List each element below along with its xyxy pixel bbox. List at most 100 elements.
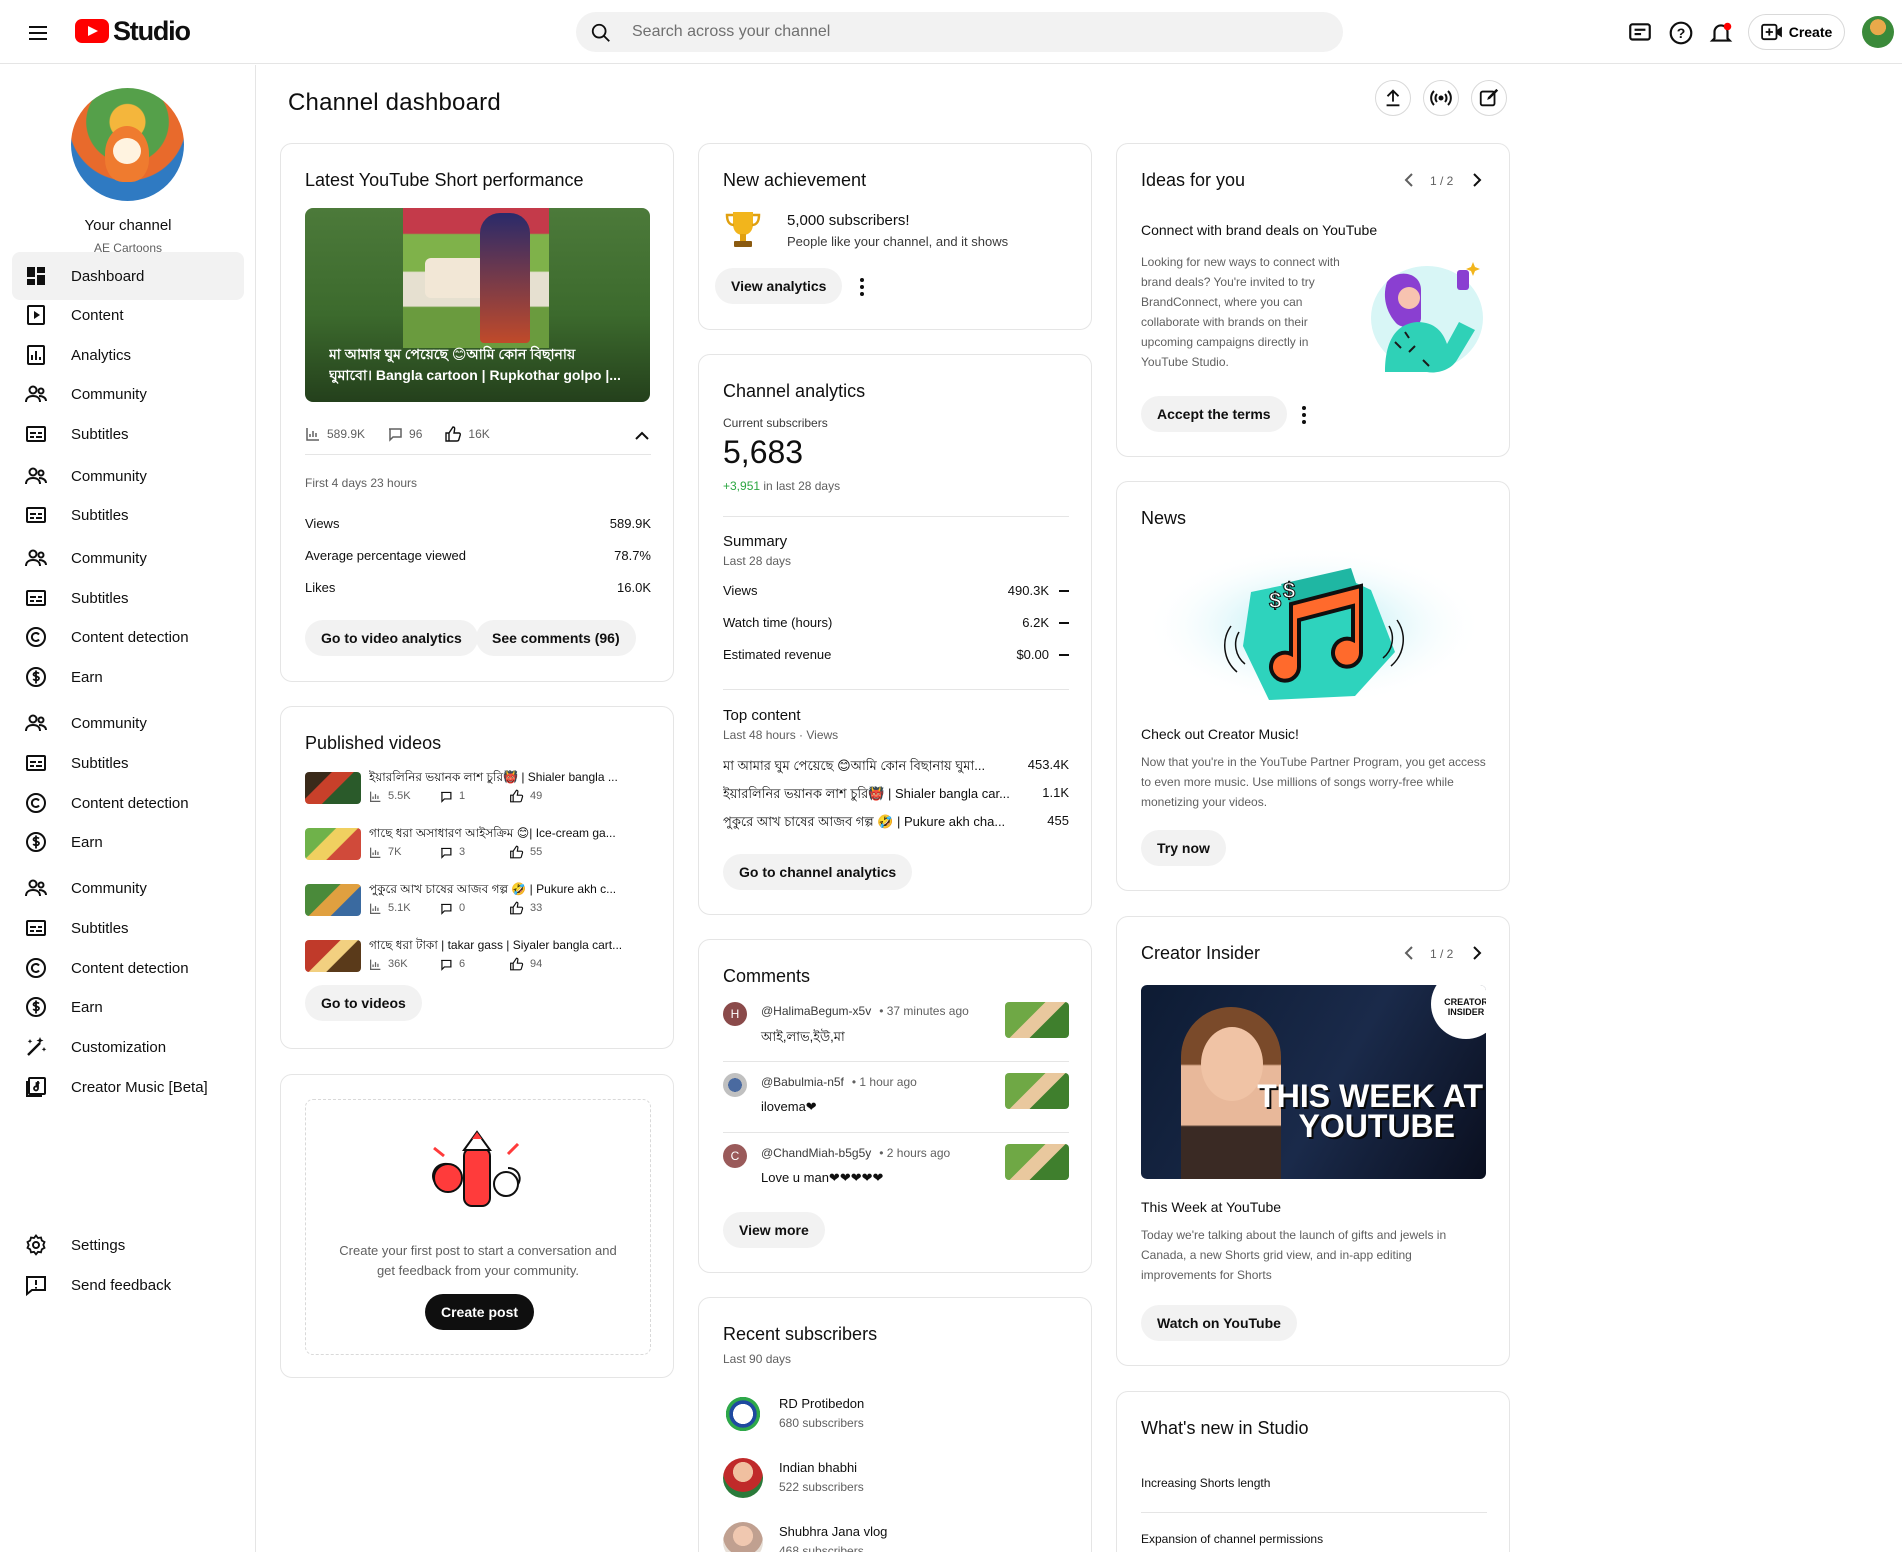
- summary-row[interactable]: Estimated revenue $0.00: [723, 647, 1069, 662]
- try-now-button[interactable]: Try now: [1141, 830, 1226, 866]
- comments-icon: [439, 958, 453, 971]
- comment-video-thumbnail[interactable]: [1005, 1073, 1069, 1109]
- insider-body: Today we're talking about the launch of …: [1141, 1228, 1447, 1282]
- top-content-title[interactable]: মা আমার ঘুম পেয়েছে 😊আমি কোন বিছানায় ঘু…: [723, 757, 1013, 778]
- menu-icon[interactable]: [26, 22, 50, 42]
- list-item[interactable]: গাছে ধরা টাকা | takar gass | Siyaler ban…: [305, 937, 651, 981]
- card-title: Comments: [723, 966, 811, 986]
- comment-author[interactable]: @HalimaBegum-x5v: [761, 1004, 871, 1018]
- dashboard-icon: [24, 264, 48, 288]
- subscriber-item[interactable]: RD Protibedon 680 subscribers: [723, 1394, 1069, 1438]
- more-options-icon[interactable]: [860, 278, 864, 296]
- subtitles-icon: [24, 422, 48, 446]
- subscriber-item[interactable]: Shubhra Jana vlog 468 subscribers: [723, 1522, 1069, 1552]
- subtitles-icon: [24, 503, 48, 527]
- whats-new-item[interactable]: Expansion of channel permissions: [1141, 1532, 1323, 1546]
- list-item[interactable]: ইয়ারলিনির ভয়ানক লাশ চুরি👹 | Shialer ba…: [305, 769, 651, 813]
- ideas-body: Looking for new ways to connect with bra…: [1141, 255, 1340, 369]
- go-to-videos-button[interactable]: Go to videos: [305, 985, 422, 1021]
- subscriber-avatar[interactable]: [723, 1458, 763, 1498]
- chevron-right-icon[interactable]: [1471, 172, 1483, 188]
- upload-button[interactable]: [1375, 80, 1411, 116]
- metric-row: Views 589.9K: [305, 516, 651, 531]
- comment-avatar[interactable]: [723, 1073, 747, 1097]
- top-content-row[interactable]: পুকুরে আখ চাষের আজব গল্প 🤣 | Pukure akh …: [723, 813, 1069, 834]
- sidebar-item-send-feedback[interactable]: Send feedback: [12, 1261, 244, 1309]
- video-title[interactable]: পুকুরে আখ চাষের আজব গল্প 🤣 | Pukure akh …: [369, 881, 651, 901]
- summary-row[interactable]: Watch time (hours) 6.2K: [723, 615, 1069, 630]
- video-thumbnail[interactable]: [305, 828, 361, 860]
- view-analytics-button[interactable]: View analytics: [715, 268, 843, 304]
- sidebar-item-subtitles[interactable]: Subtitles: [12, 491, 244, 539]
- achievement-card: New achievement 5,000 subscribers! Peopl…: [698, 143, 1092, 330]
- top-content-row[interactable]: ইয়ারলিনির ভয়ানক লাশ চুরি👹 | Shialer ba…: [723, 785, 1069, 806]
- top-content-title[interactable]: ইয়ারলিনির ভয়ানক লাশ চুরি👹 | Shialer ba…: [723, 785, 1013, 806]
- chevron-right-icon[interactable]: [1471, 945, 1483, 961]
- comment-avatar[interactable]: C: [723, 1144, 747, 1168]
- channel-analytics-button[interactable]: Go to channel analytics: [723, 854, 913, 890]
- video-views-stat: 5.1K: [369, 901, 439, 915]
- video-thumbnail[interactable]: [305, 884, 361, 916]
- sidebar-item-label: Subtitles: [71, 919, 129, 937]
- create-post-cta[interactable]: Create post: [425, 1294, 535, 1330]
- video-thumbnail[interactable]: [305, 772, 361, 804]
- view-more-button[interactable]: View more: [723, 1212, 825, 1248]
- accept-terms-button[interactable]: Accept the terms: [1141, 396, 1287, 432]
- short-thumbnail[interactable]: মা আমার ঘুম পেয়েছে 😊আমি কোন বিছানায় ঘু…: [305, 208, 650, 402]
- studio-logo[interactable]: Studio: [75, 15, 191, 47]
- comment-author[interactable]: @Babulmia-n5f: [761, 1075, 844, 1089]
- sidebar-item-earn[interactable]: Earn: [12, 818, 244, 866]
- video-title[interactable]: ইয়ারলিনির ভয়ানক লাশ চুরি👹 | Shialer ba…: [369, 769, 651, 789]
- search-icon[interactable]: [590, 22, 612, 44]
- channel-avatar[interactable]: [71, 88, 184, 201]
- subscribers-delta-suffix: in last 28 days: [763, 479, 841, 493]
- search-input[interactable]: [632, 12, 1322, 52]
- account-avatar[interactable]: [1862, 16, 1894, 48]
- help-icon[interactable]: ?: [1668, 20, 1694, 46]
- chevron-left-icon[interactable]: [1403, 945, 1415, 961]
- see-comments-button[interactable]: See comments (96): [476, 620, 636, 656]
- subtitles-feedback-icon[interactable]: [1627, 20, 1653, 46]
- comment-video-thumbnail[interactable]: [1005, 1144, 1069, 1180]
- whats-new-item[interactable]: Increasing Shorts length: [1141, 1476, 1270, 1490]
- subscriber-item[interactable]: Indian bhabhi 522 subscribers: [723, 1458, 1069, 1502]
- more-options-icon[interactable]: [1302, 406, 1306, 424]
- comment-avatar[interactable]: H: [723, 1002, 747, 1026]
- watch-on-youtube-button[interactable]: Watch on YouTube: [1141, 1305, 1297, 1341]
- sidebar-item-creator-music-beta[interactable]: Creator Music [Beta]: [12, 1063, 244, 1111]
- subscriber-name[interactable]: Indian bhabhi: [779, 1460, 857, 1475]
- top-content-row[interactable]: মা আমার ঘুম পেয়েছে 😊আমি কোন বিছানায় ঘু…: [723, 757, 1069, 778]
- achievement-sub: People like your channel, and it shows: [787, 234, 1009, 249]
- list-item[interactable]: গাছে ধরা অসাধারণ আইসক্রিম 😊| Ice-cream g…: [305, 825, 651, 869]
- notifications-icon[interactable]: [1708, 20, 1734, 46]
- subscriber-avatar[interactable]: [723, 1394, 763, 1434]
- sidebar: Your channel AE Cartoons Dashboard Conten…: [0, 65, 256, 1552]
- create-button[interactable]: Create: [1748, 14, 1845, 50]
- top-content-title[interactable]: পুকুরে আখ চাষের আজব গল্প 🤣 | Pukure akh …: [723, 813, 1013, 834]
- comment-video-thumbnail[interactable]: [1005, 1002, 1069, 1038]
- subscriber-avatar[interactable]: [723, 1522, 763, 1552]
- sidebar-item-subtitles[interactable]: Subtitles: [12, 410, 244, 458]
- comment-author[interactable]: @ChandMiah-b5g5y: [761, 1146, 871, 1160]
- chevron-up-icon[interactable]: [635, 431, 649, 441]
- go-live-button[interactable]: [1423, 80, 1459, 116]
- chevron-left-icon[interactable]: [1403, 172, 1415, 188]
- video-thumbnail[interactable]: [305, 940, 361, 972]
- summary-row[interactable]: Views 490.3K: [723, 583, 1069, 598]
- subscriber-name[interactable]: Shubhra Jana vlog: [779, 1524, 887, 1539]
- sidebar-item-earn[interactable]: Earn: [12, 653, 244, 701]
- video-title[interactable]: গাছে ধরা অসাধারণ আইসক্রিম 😊| Ice-cream g…: [369, 825, 651, 845]
- create-video-icon: [1760, 23, 1782, 41]
- create-post-button[interactable]: [1471, 80, 1507, 116]
- live-icon: [1430, 90, 1452, 106]
- video-title[interactable]: গাছে ধরা টাকা | takar gass | Siyaler ban…: [369, 937, 651, 957]
- list-item[interactable]: পুকুরে আখ চাষের আজব গল্প 🤣 | Pukure akh …: [305, 881, 651, 925]
- views-icon: [369, 902, 382, 915]
- search-bar[interactable]: [576, 12, 1343, 52]
- video-analytics-button[interactable]: Go to video analytics: [305, 620, 478, 656]
- short-title-line1: মা আমার ঘুম পেয়েছে 😊আমি কোন বিছানায়: [329, 346, 576, 362]
- analytics-icon: [24, 343, 48, 367]
- insider-thumbnail[interactable]: CREATOR INSIDER THIS WEEK AT YOUTUBE: [1141, 985, 1486, 1179]
- subscriber-name[interactable]: RD Protibedon: [779, 1396, 864, 1411]
- comment-item: C @ChandMiah-b5g5y • 2 hours ago Love u man…: [723, 1144, 1069, 1204]
